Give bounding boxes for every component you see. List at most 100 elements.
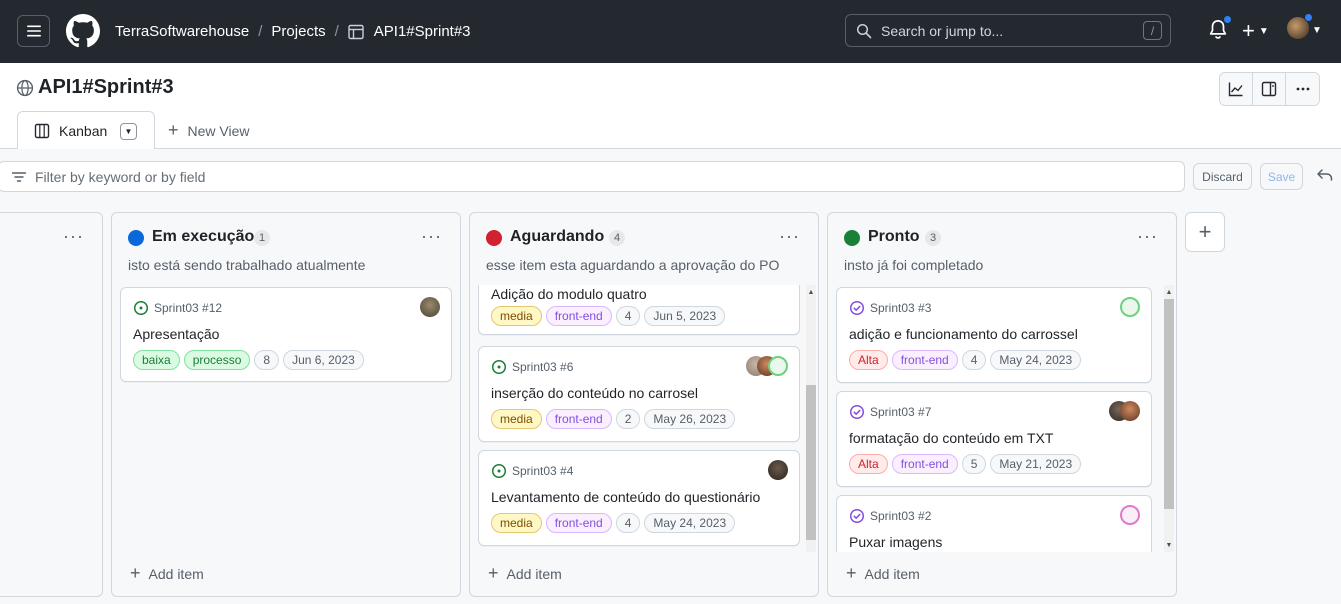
table-icon — [348, 24, 364, 40]
issue-card[interactable]: Sprint03 #4 Levantamento de conteúdo do … — [478, 450, 800, 546]
top-nav-bar: TerraSoftwarehouse / Projects / API1#Spr… — [0, 0, 1341, 63]
chart-icon — [1228, 82, 1243, 97]
card-title[interactable]: inserção do conteúdo no carrosel — [491, 385, 698, 401]
scroll-up-arrow[interactable]: ▲ — [806, 287, 816, 297]
issue-card[interactable]: Sprint03 #3 adição e funcionamento do ca… — [836, 287, 1152, 383]
breadcrumb-projects-link[interactable]: Projects — [271, 23, 325, 40]
card-title[interactable]: Puxar imagens — [849, 534, 942, 550]
add-column-button[interactable]: + — [1185, 212, 1225, 252]
scroll-down-arrow[interactable]: ▼ — [1164, 540, 1174, 550]
column-count-badge: 1 — [254, 230, 271, 246]
add-item-button[interactable]: + Add item — [488, 563, 562, 584]
card-title[interactable]: formatação do conteúdo em TXT — [849, 430, 1053, 446]
card-title[interactable]: Levantamento de conteúdo do questionário — [491, 489, 760, 505]
column-more-button[interactable]: ··· — [1137, 226, 1158, 247]
card-fields: media front-end 4 May 24, 2023 — [491, 513, 736, 533]
assignee-avatar[interactable] — [1120, 401, 1140, 421]
scrollbar-thumb[interactable] — [1164, 299, 1174, 509]
tab-kanban[interactable]: Kanban ▼ — [17, 111, 155, 149]
estimate-label: 8 — [254, 350, 280, 370]
new-view-label: New View — [187, 122, 250, 139]
project-header: API1#Sprint#3 Kanban ▼ + New View — [0, 63, 1341, 149]
hamburger-icon — [26, 25, 41, 37]
breadcrumb-org-link[interactable]: TerraSoftwarehouse — [115, 23, 249, 40]
hamburger-menu-button[interactable] — [17, 15, 50, 47]
issue-open-icon — [491, 359, 507, 375]
card-reference: Sprint03 #7 — [849, 404, 931, 420]
column-description: esse item esta aguardando a aprovação do… — [486, 257, 780, 273]
column-count-badge: 4 — [609, 230, 626, 246]
card-ref-text[interactable]: Sprint03 #12 — [154, 301, 222, 315]
card-title[interactable]: adição e funcionamento do carrossel — [849, 326, 1078, 342]
filter-input[interactable]: Filter by keyword or by field — [0, 161, 1185, 192]
column-title: Aguardando — [510, 228, 605, 245]
type-label: processo — [183, 350, 251, 370]
user-avatar[interactable] — [1287, 13, 1313, 39]
project-actions — [1219, 72, 1320, 106]
undo-icon — [1317, 169, 1333, 181]
card-ref-text[interactable]: Sprint03 #6 — [512, 360, 573, 374]
notification-indicator — [1223, 15, 1232, 24]
assignee-avatar[interactable] — [768, 460, 788, 480]
type-label: front-end — [545, 409, 612, 429]
card-ref-text[interactable]: Sprint03 #4 — [512, 464, 573, 478]
card-reference: Sprint03 #12 — [133, 300, 222, 316]
assignee-avatar[interactable] — [420, 297, 440, 317]
type-label: front-end — [891, 350, 958, 370]
priority-label: Alta — [849, 350, 888, 370]
add-item-button[interactable]: + Add item — [130, 563, 204, 584]
filter-placeholder: Filter by keyword or by field — [35, 168, 206, 185]
card-title[interactable]: Apresentação — [133, 326, 219, 342]
issue-card[interactable]: Sprint03 #7 formatação do conteúdo em TX… — [836, 391, 1152, 487]
issue-card[interactable]: Sprint03 #12 Apresentação baixa processo… — [120, 287, 452, 382]
board-column-aguardando: Aguardando 4 ··· esse item esta aguardan… — [469, 212, 819, 597]
project-title: API1#Sprint#3 — [16, 76, 174, 99]
column-scrollbar[interactable]: ▲ — [806, 285, 816, 552]
notifications-button[interactable] — [1208, 15, 1232, 46]
save-button[interactable]: Save — [1260, 163, 1303, 190]
issue-card[interactable]: Sprint03 #2 Puxar imagens — [836, 495, 1152, 552]
add-item-button[interactable]: + Add item — [846, 563, 920, 584]
project-more-button[interactable] — [1286, 73, 1319, 105]
undo-button[interactable] — [1316, 167, 1334, 188]
assignee-avatar[interactable] — [768, 356, 788, 376]
scroll-up-arrow[interactable]: ▲ — [1164, 287, 1174, 297]
priority-label: media — [491, 409, 542, 429]
insights-button[interactable] — [1220, 73, 1253, 105]
issue-card[interactable]: Adição do modulo quatro media front-end … — [478, 285, 800, 335]
date-label: Jun 6, 2023 — [283, 350, 364, 370]
chevron-down-icon[interactable]: ▼ — [1312, 25, 1322, 36]
estimate-label: 5 — [961, 454, 987, 474]
column-scrollbar[interactable]: ▲ ▼ — [1164, 285, 1174, 552]
date-label: May 21, 2023 — [990, 454, 1082, 474]
project-title-text: API1#Sprint#3 — [38, 76, 174, 98]
issue-card[interactable]: Sprint03 #6 inserção do conteúdo no carr… — [478, 346, 800, 442]
card-ref-text[interactable]: Sprint03 #7 — [870, 405, 931, 419]
discard-button[interactable]: Discard — [1193, 163, 1252, 190]
column-status-dot — [128, 230, 144, 246]
column-more-button[interactable]: ··· — [63, 226, 84, 247]
estimate-label: 4 — [961, 350, 987, 370]
column-more-button[interactable]: ··· — [779, 226, 800, 247]
card-title[interactable]: Adição do modulo quatro — [491, 286, 647, 302]
breadcrumb-separator: / — [258, 23, 263, 40]
issue-closed-icon — [849, 300, 865, 316]
card-reference: Sprint03 #2 — [849, 508, 931, 524]
card-ref-text[interactable]: Sprint03 #2 — [870, 509, 931, 523]
plus-icon: + — [130, 563, 141, 583]
column-description: isto está sendo trabalhado atualmente — [128, 257, 366, 273]
github-logo-icon[interactable] — [66, 14, 100, 48]
assignee-avatar[interactable] — [1120, 297, 1140, 317]
breadcrumb-project-link[interactable]: API1#Sprint#3 — [374, 23, 471, 40]
card-ref-text[interactable]: Sprint03 #3 — [870, 301, 931, 315]
search-input[interactable]: Search or jump to... / — [845, 14, 1171, 47]
column-more-button[interactable]: ··· — [421, 226, 442, 247]
view-options-dropdown[interactable]: ▼ — [120, 123, 137, 140]
assignee-avatar[interactable] — [1120, 505, 1140, 525]
new-view-button[interactable]: + New View — [168, 120, 250, 141]
scrollbar-thumb[interactable] — [806, 385, 816, 540]
side-panel-button[interactable] — [1253, 73, 1286, 105]
create-new-button[interactable]: + ▼ — [1242, 18, 1269, 44]
plus-icon: + — [488, 563, 499, 583]
search-placeholder: Search or jump to... — [881, 22, 1004, 39]
